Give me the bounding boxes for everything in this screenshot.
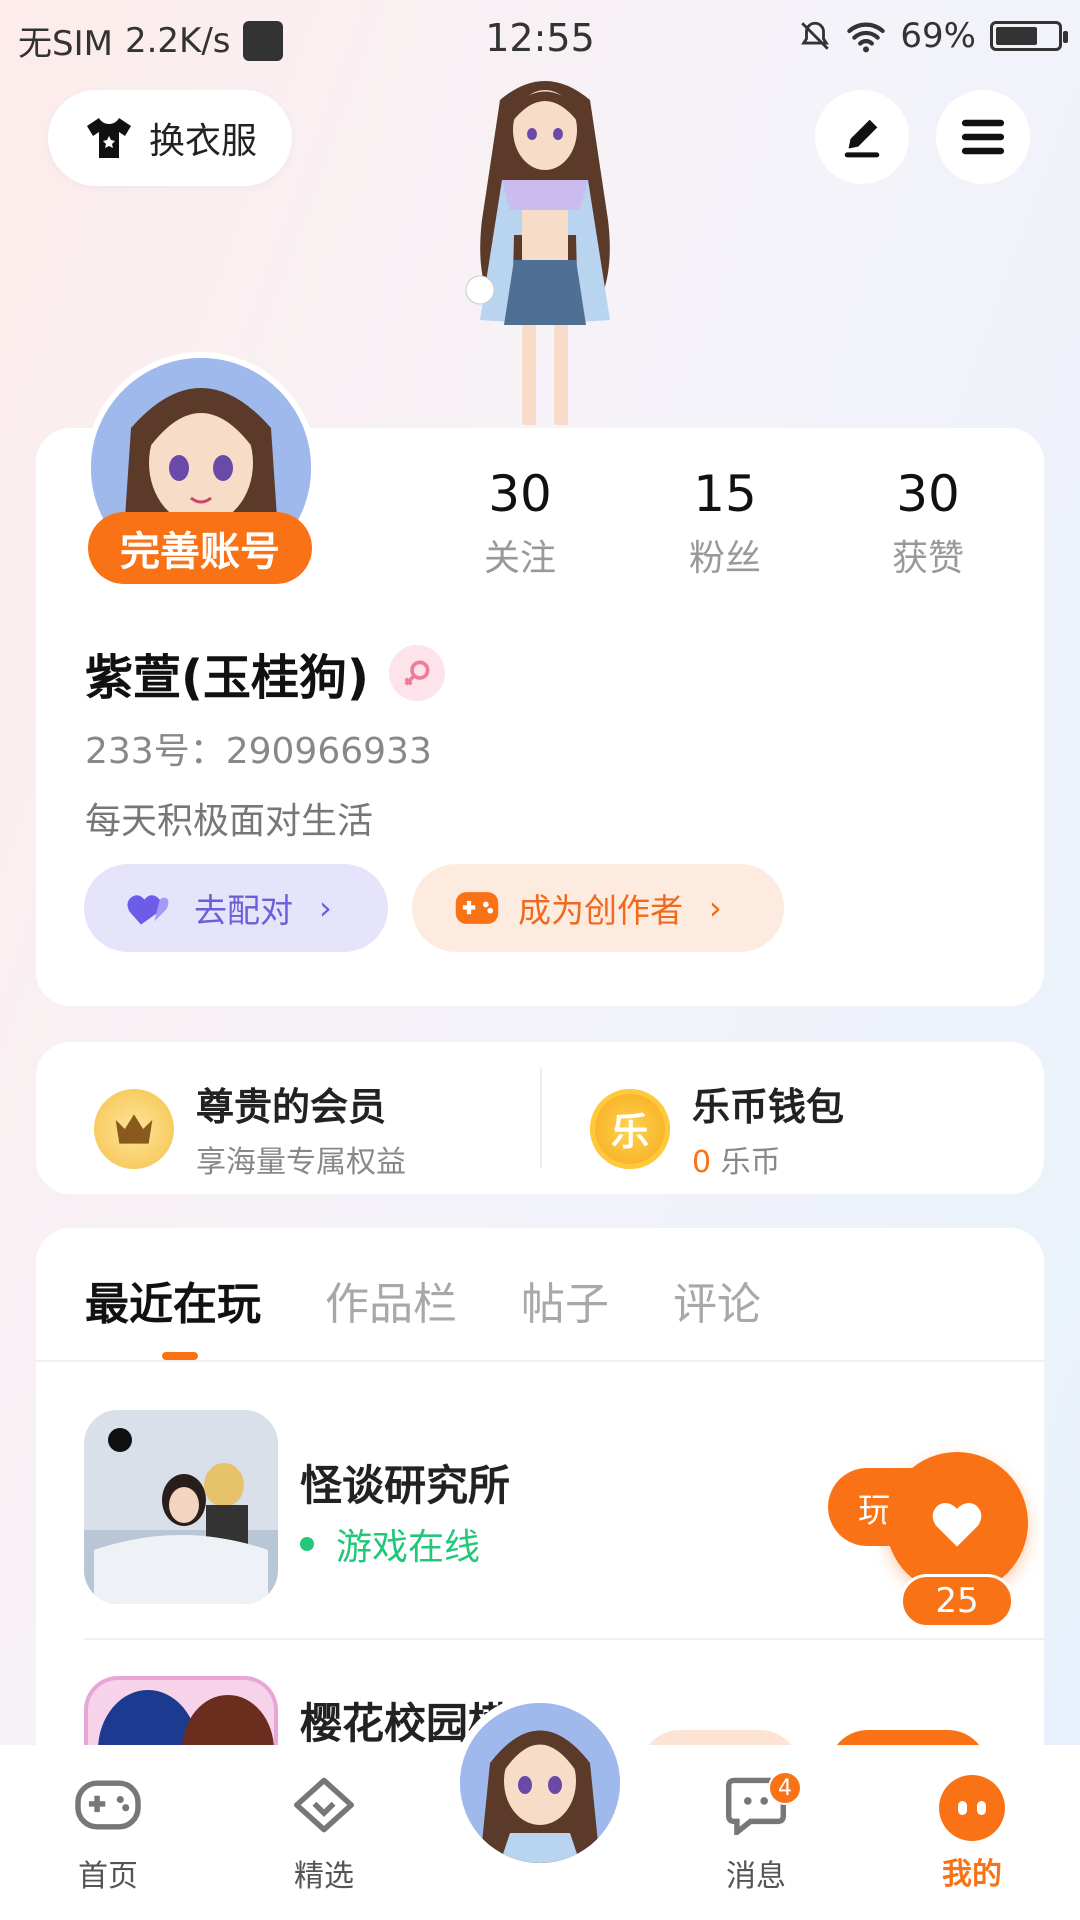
stat-fans-value: 15: [693, 465, 757, 523]
pair-button[interactable]: 去配对 ›: [84, 864, 388, 952]
wallet-title: 乐币钱包: [692, 1085, 845, 1129]
nav-featured-label: 精选: [294, 1859, 354, 1894]
wallet-amount: 0: [692, 1145, 712, 1180]
divider: [36, 1360, 1044, 1362]
bottom-nav: 首页 精选 消息 4 我的: [0, 1695, 1080, 1920]
vip-title: 尊贵的会员: [196, 1085, 387, 1129]
stat-fans-label: 粉丝: [688, 538, 761, 579]
wallet-entry[interactable]: 乐 乐币钱包 0 乐币: [590, 1076, 844, 1181]
nav-home-label: 首页: [78, 1859, 138, 1894]
tab-comments[interactable]: 评论: [673, 1268, 761, 1332]
user-id: 233号：290966933: [85, 731, 432, 772]
pen-icon: [844, 119, 880, 158]
stat-following[interactable]: 30 关注: [440, 465, 600, 581]
battery-icon: [990, 21, 1068, 51]
like-count: 25: [900, 1574, 1014, 1628]
gamepad-icon: [455, 892, 499, 924]
online-dot-icon: [300, 1537, 314, 1551]
stat-fans[interactable]: 15 粉丝: [645, 465, 805, 581]
message-badge: 4: [768, 1771, 802, 1805]
chevron-right-icon: ›: [709, 889, 722, 927]
dress-up-button[interactable]: 换衣服: [48, 90, 292, 186]
nav-mine-label: 我的: [942, 1857, 1002, 1892]
stat-following-value: 30: [488, 465, 552, 523]
heart-box-icon: [294, 1777, 354, 1833]
vip-subtitle: 享海量专属权益: [196, 1145, 406, 1180]
nav-home[interactable]: 首页: [48, 1775, 168, 1895]
gamepad-icon: [75, 1780, 141, 1830]
dress-up-label: 换衣服: [148, 121, 257, 162]
face-icon: [939, 1775, 1005, 1841]
tab-recent[interactable]: 最近在玩: [85, 1268, 261, 1332]
battery-percent: 69%: [900, 16, 976, 56]
coin-icon: 乐: [590, 1088, 670, 1169]
divider: [540, 1068, 542, 1168]
chevron-right-icon: ›: [319, 889, 332, 927]
stat-likes-value: 30: [896, 465, 960, 523]
nav-messages[interactable]: 消息 4: [696, 1771, 816, 1895]
tab-works[interactable]: 作品栏: [325, 1268, 457, 1332]
avatar-3d-figure[interactable]: [430, 70, 660, 430]
game-status: 游戏在线: [336, 1527, 481, 1568]
game-thumbnail[interactable]: [84, 1410, 278, 1604]
tab-bar: 最近在玩 作品栏 帖子 评论: [85, 1268, 825, 1332]
complete-account-button[interactable]: 完善账号: [88, 512, 312, 584]
game-title[interactable]: 怪谈研究所: [300, 1452, 510, 1513]
divider: [84, 1638, 1044, 1640]
tshirt-icon: [86, 118, 131, 158]
nav-messages-label: 消息: [726, 1859, 786, 1894]
status-bar: 无SIM 2.2K/s 12:55 69%: [0, 0, 1080, 76]
become-creator-button[interactable]: 成为创作者 ›: [412, 864, 784, 952]
tab-indicator: [162, 1352, 198, 1360]
wallet-unit: 乐币: [720, 1145, 781, 1180]
tab-posts[interactable]: 帖子: [521, 1268, 609, 1332]
female-icon: [388, 645, 445, 701]
nav-mine[interactable]: 我的: [912, 1775, 1032, 1893]
stat-following-label: 关注: [483, 538, 556, 579]
crown-icon: [94, 1088, 174, 1169]
wifi-icon: [847, 22, 886, 53]
stat-likes[interactable]: 30 获赞: [848, 465, 1008, 581]
creator-label: 成为创作者: [518, 891, 683, 930]
heart-pair-icon: [127, 895, 169, 925]
user-bio: 每天积极面对生活: [85, 801, 374, 842]
stat-likes-label: 获赞: [891, 538, 964, 579]
nav-featured[interactable]: 精选: [264, 1775, 384, 1895]
menu-button[interactable]: [936, 90, 1030, 184]
mute-icon: [801, 21, 830, 50]
nav-avatar[interactable]: [460, 1703, 620, 1863]
pair-label: 去配对: [194, 891, 293, 930]
floating-like-button[interactable]: [886, 1452, 1028, 1594]
user-name: 紫萱(玉桂狗): [85, 650, 369, 706]
menu-icon: [961, 119, 1005, 155]
vip-entry[interactable]: 尊贵的会员 享海量专属权益: [94, 1076, 406, 1181]
edit-button[interactable]: [815, 90, 909, 184]
heart-icon: [932, 1503, 982, 1547]
